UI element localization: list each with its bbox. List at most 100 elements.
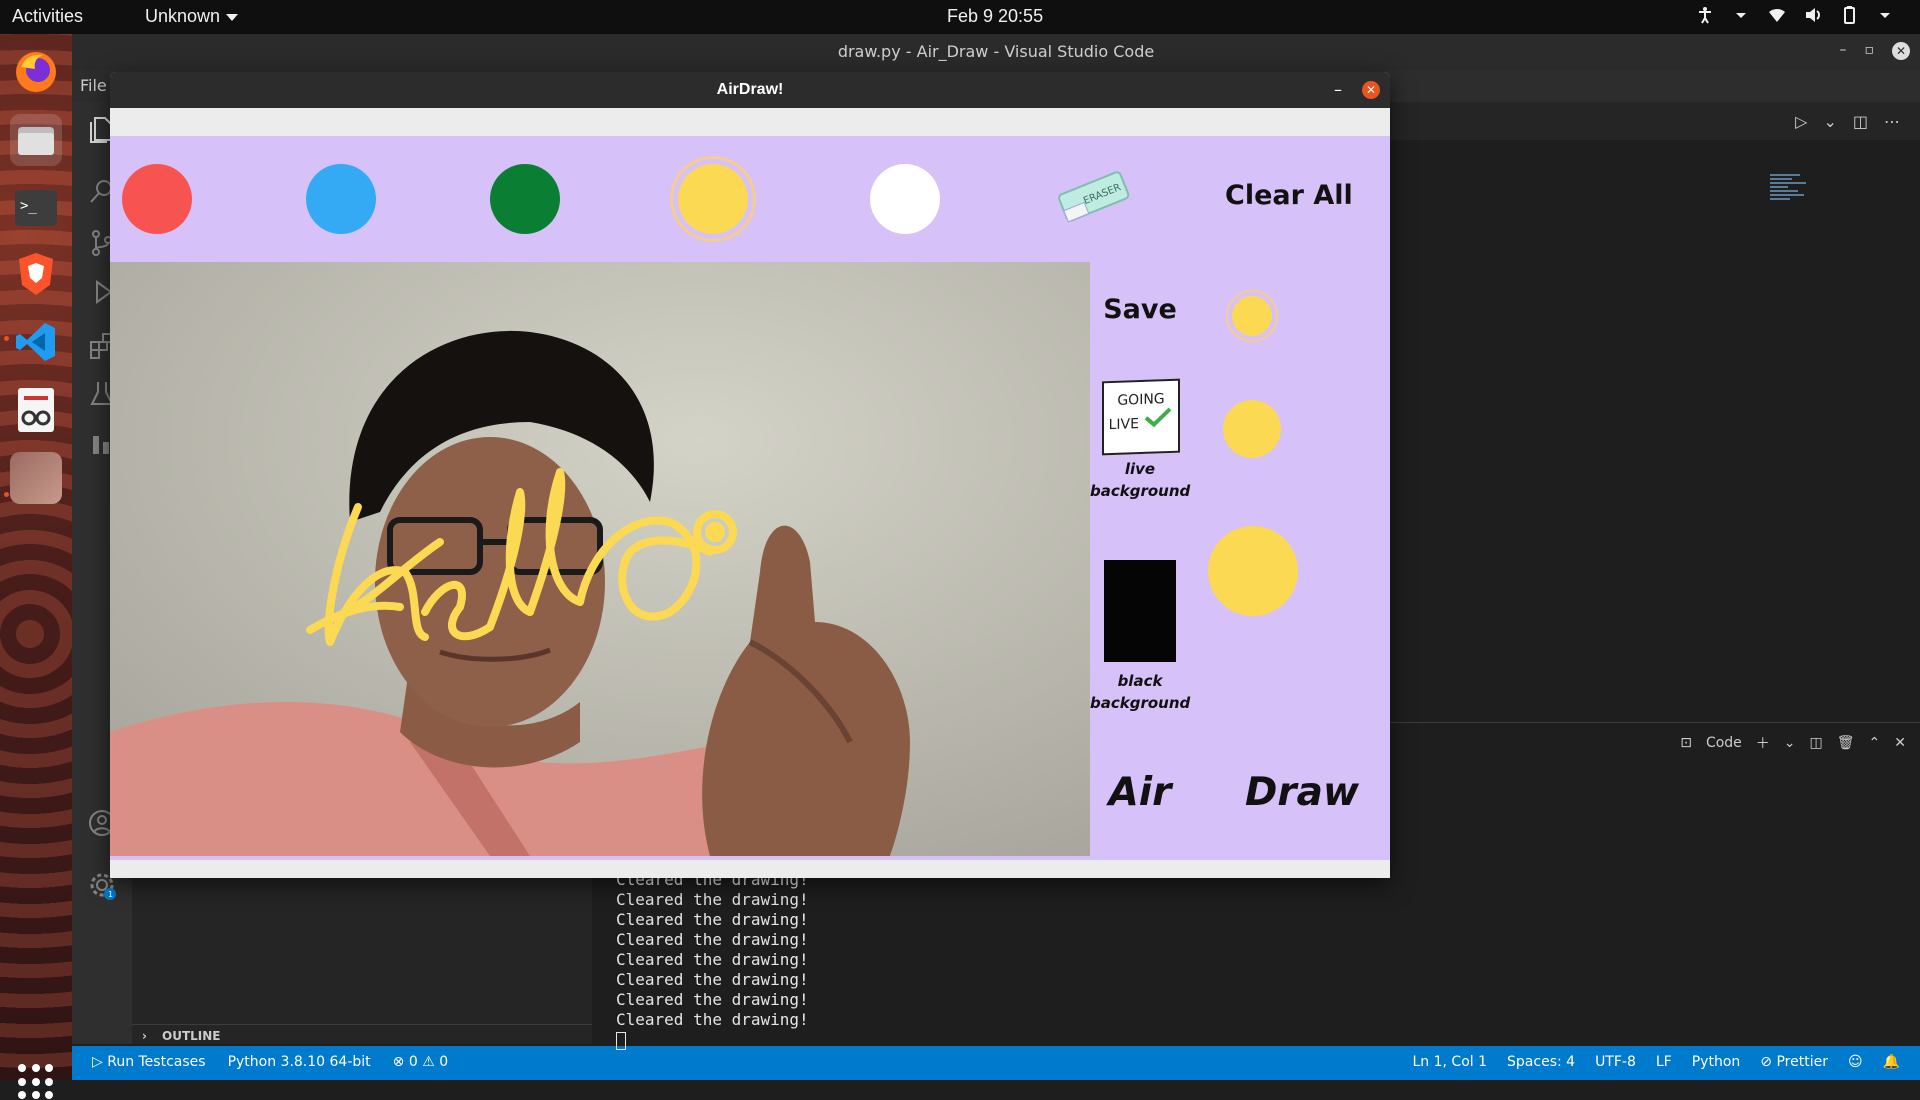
end-of-line[interactable]: LF	[1656, 1054, 1672, 1070]
terminal-line: Cleared the drawing!	[616, 910, 809, 929]
terminal-cursor	[616, 1032, 626, 1050]
airdraw-title-bar[interactable]: AirDraw!	[110, 72, 1390, 108]
running-indicator	[4, 492, 9, 497]
save-button[interactable]: Save	[1090, 294, 1190, 325]
chevron-down-icon[interactable]: ⌄	[1784, 735, 1796, 751]
chevron-up-icon[interactable]: ⌃	[1869, 735, 1881, 751]
chevron-down-icon[interactable]	[1876, 6, 1894, 24]
wifi-icon[interactable]	[1768, 6, 1786, 24]
terminal-line: Cleared the drawing!	[616, 990, 809, 1009]
trash-icon[interactable]: 🗑	[1837, 735, 1855, 751]
drawn-word: hello	[110, 262, 113, 263]
live-background-thumbnail[interactable]: GOING LIVE	[1102, 378, 1180, 456]
minimap[interactable]	[1770, 172, 1810, 222]
vscode-window-controls: – ▫ ✕	[1840, 42, 1910, 60]
vscode-icon[interactable]	[10, 316, 62, 368]
air-label: Air	[1108, 770, 1172, 815]
live-caption-line: background	[1090, 482, 1191, 500]
firefox-icon[interactable]	[10, 46, 62, 98]
svg-text:>_: >_	[20, 198, 37, 214]
encoding[interactable]: UTF-8	[1595, 1054, 1636, 1070]
python-interpreter[interactable]: Python 3.8.10 64-bit	[228, 1054, 371, 1070]
black-caption-line: black	[1117, 672, 1163, 690]
black-caption-line: background	[1090, 694, 1191, 712]
activities-button[interactable]: Activities	[12, 6, 83, 27]
close-icon[interactable]: ✕	[1892, 42, 1910, 60]
prettier-status[interactable]: ⊘ Prettier	[1760, 1054, 1828, 1070]
show-applications-icon[interactable]	[18, 1064, 54, 1100]
vscode-title-bar[interactable]: draw.py - Air_Draw - Visual Studio Code	[72, 34, 1920, 70]
language-mode[interactable]: Python	[1692, 1054, 1741, 1070]
terminal-icon[interactable]: >_	[10, 182, 62, 234]
vscode-window-title: draw.py - Air_Draw - Visual Studio Code	[837, 42, 1155, 61]
minimize-icon[interactable]: –	[1840, 42, 1847, 60]
color-swatch-green[interactable]	[490, 164, 560, 234]
live-background-caption: live background	[1090, 458, 1190, 502]
status-bar: ▷ Run Testcases Python 3.8.10 64-bit ⊗ 0…	[72, 1046, 1920, 1080]
eraser-icon[interactable]: ERASER	[1055, 166, 1135, 228]
color-swatch-red[interactable]	[122, 164, 192, 234]
outline-section[interactable]: › OUTLINE	[132, 1024, 592, 1046]
black-background-thumbnail[interactable]	[1104, 560, 1176, 662]
airdraw-canvas[interactable]: ERASER Clear All hello Save GOING LIVE l…	[110, 136, 1390, 860]
clear-all-button[interactable]: Clear All	[1225, 180, 1353, 211]
indentation[interactable]: Spaces: 4	[1507, 1054, 1575, 1070]
terminal-line: Cleared the drawing!	[616, 970, 809, 989]
live-caption-line: live	[1124, 460, 1156, 478]
split-editor-icon[interactable]: ◫	[1853, 112, 1868, 131]
webcam-feed[interactable]: hello	[110, 262, 1090, 856]
cursor-position[interactable]: Ln 1, Col 1	[1413, 1054, 1488, 1070]
feedback-icon[interactable]: ☺	[1848, 1054, 1863, 1070]
problems-indicator[interactable]: ⊗ 0 ⚠ 0	[393, 1054, 448, 1070]
notifications-bell-icon[interactable]: 🔔	[1883, 1054, 1900, 1070]
terminal-output[interactable]: Cleared the drawing! Cleared the drawing…	[616, 870, 1216, 1050]
terminal-line: Cleared the drawing!	[616, 930, 809, 949]
new-terminal-icon[interactable]: ＋	[1756, 733, 1770, 753]
menu-file[interactable]: File	[80, 76, 107, 95]
color-swatch-yellow[interactable]	[678, 164, 748, 234]
split-terminal-icon[interactable]: ◫	[1810, 735, 1823, 751]
color-swatch-blue[interactable]	[306, 164, 376, 234]
right-controls: Save GOING LIVE live background black ba…	[1090, 262, 1390, 856]
volume-icon[interactable]	[1804, 6, 1822, 24]
warning-count: 0	[439, 1054, 449, 1070]
close-icon[interactable]: ✕	[1362, 81, 1380, 99]
terminal-line: Cleared the drawing!	[616, 890, 809, 909]
run-python-icon[interactable]: ▷	[1795, 112, 1807, 131]
webcam-scene: hello	[110, 262, 1090, 856]
app-menu[interactable]: Unknown	[145, 6, 239, 27]
brush-size-large[interactable]	[1208, 526, 1298, 616]
more-actions-icon[interactable]: ⋯	[1884, 112, 1900, 131]
chevron-down-icon[interactable]	[1732, 6, 1750, 24]
color-toolbar: ERASER Clear All	[110, 136, 1390, 262]
airdraw-window-title: AirDraw!	[716, 81, 784, 98]
ubuntu-dock: >_	[0, 34, 72, 1100]
system-tray[interactable]	[1696, 6, 1894, 24]
outline-label: OUTLINE	[162, 1029, 221, 1043]
brush-size-small[interactable]	[1232, 296, 1272, 336]
files-icon[interactable]	[10, 114, 62, 166]
black-background-caption: black background	[1090, 670, 1190, 714]
close-panel-icon[interactable]: ✕	[1894, 735, 1906, 751]
restore-icon[interactable]: ▫	[1865, 42, 1875, 60]
document-viewer-icon[interactable]	[10, 384, 62, 436]
run-testcases-label: Run Testcases	[107, 1054, 206, 1070]
clock[interactable]: Feb 9 20:55	[947, 6, 1043, 27]
chevron-down-icon[interactable]: ⌄	[1823, 112, 1836, 131]
airdraw-window-icon[interactable]	[10, 452, 62, 504]
color-swatch-white[interactable]	[870, 164, 940, 234]
accessibility-icon[interactable]	[1696, 6, 1714, 24]
svg-text:1: 1	[108, 890, 113, 899]
minimize-icon[interactable]: –	[1334, 80, 1342, 99]
terminal-name[interactable]: Code	[1706, 735, 1742, 751]
airdraw-bottom-bar	[110, 860, 1390, 878]
terminal-line: Cleared the drawing!	[616, 1010, 809, 1029]
brush-size-medium[interactable]	[1223, 400, 1281, 458]
brave-browser-icon[interactable]	[10, 248, 62, 300]
battery-icon[interactable]	[1840, 6, 1858, 24]
run-testcases-button[interactable]: ▷ Run Testcases	[92, 1054, 206, 1070]
app-menu-label: Unknown	[145, 6, 221, 26]
chevron-right-icon: ›	[142, 1029, 147, 1043]
terminal-icon: ⊡	[1680, 735, 1692, 751]
error-count: 0	[408, 1054, 418, 1070]
